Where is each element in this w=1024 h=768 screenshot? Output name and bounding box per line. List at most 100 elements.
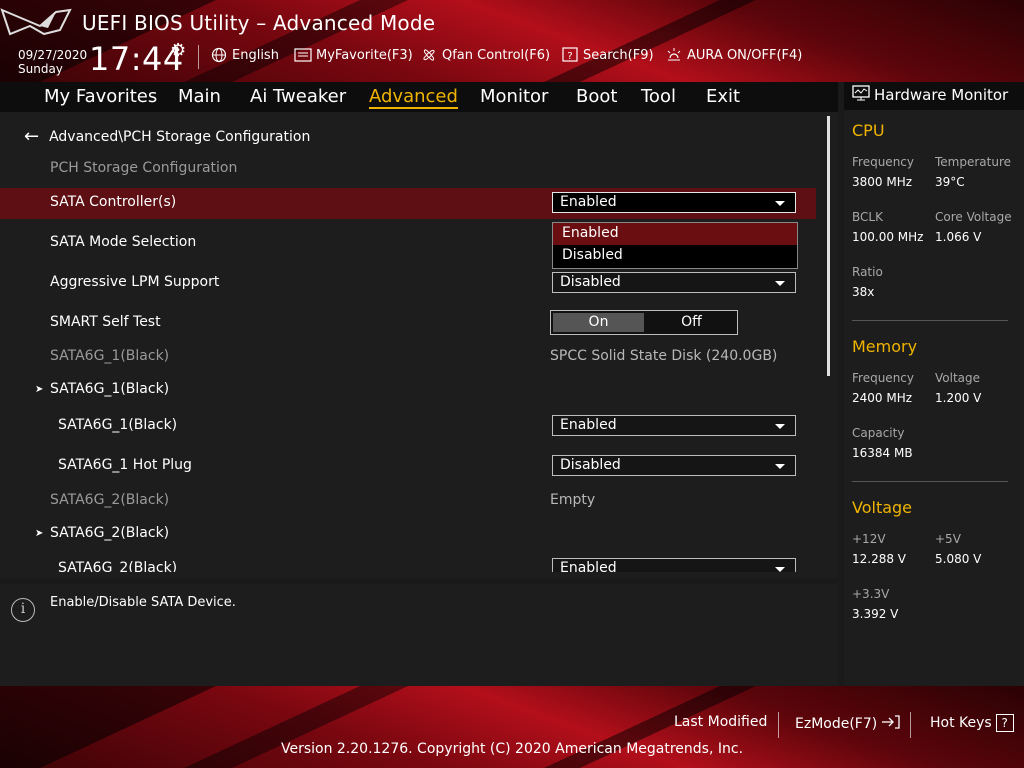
sata6g-2-port-label[interactable]: SATA6G_2(Black) [58, 560, 177, 572]
sata-mode-label[interactable]: SATA Mode Selection [50, 234, 196, 250]
favorite-list-icon [294, 46, 312, 64]
date-text: 09/27/2020 [18, 48, 88, 62]
aggressive-lpm-value: Disabled [560, 274, 621, 290]
sata-controller-value: Enabled [560, 194, 617, 210]
v33-value: 3.392 V [852, 607, 899, 621]
sata6g-2-device: Empty [550, 492, 596, 508]
ratio-label: Ratio [852, 265, 883, 279]
cpu-frequency-value: 3800 MHz [852, 175, 913, 189]
footer-divider [778, 712, 779, 738]
aura-light-icon [665, 46, 683, 64]
last-modified-button[interactable]: Last Modified [674, 714, 767, 730]
memory-voltage-label: Voltage [935, 371, 981, 385]
qfan-control-button[interactable]: Qfan Control(F6) [420, 46, 550, 64]
section-title: PCH Storage Configuration [50, 160, 238, 176]
tab-main[interactable]: Main [178, 86, 221, 107]
tab-tool[interactable]: Tool [641, 86, 676, 107]
memory-frequency-label: Frequency [852, 371, 914, 385]
toggle-on[interactable]: On [553, 313, 644, 332]
tab-advanced[interactable]: Advanced [369, 86, 458, 109]
qfan-label: Qfan Control(F6) [442, 47, 551, 63]
search-label: Search(F9) [583, 47, 654, 63]
search-button[interactable]: ? Search(F9) [561, 46, 654, 64]
back-arrow-icon[interactable]: ← [24, 126, 39, 147]
sata-controller-label[interactable]: SATA Controller(s) [50, 194, 176, 210]
header-divider [198, 45, 199, 69]
memory-voltage-value: 1.200 V [935, 391, 982, 405]
globe-icon [210, 46, 228, 64]
aggressive-lpm-label[interactable]: Aggressive LPM Support [50, 274, 219, 290]
sata6g-1-port-label[interactable]: SATA6G_1(Black) [58, 417, 177, 433]
version-text: Version 2.20.1276. Copyright (C) 2020 Am… [280, 741, 744, 757]
hot-keys-button[interactable]: Hot Keys ? [930, 714, 1014, 732]
sata-controller-select[interactable]: Enabled [552, 192, 796, 213]
gear-icon[interactable]: ⚙ [170, 40, 186, 61]
memory-heading: Memory [852, 337, 918, 356]
bclk-value: 100.00 MHz [852, 230, 924, 244]
ezmode-label: EzMode(F7) [795, 716, 878, 732]
aura-label: AURA ON/OFF(F4) [687, 47, 803, 63]
v12-label: +12V [852, 532, 886, 546]
language-button[interactable]: English [210, 46, 279, 64]
footer-divider [910, 712, 911, 738]
breadcrumb-path: Advanced\PCH Storage Configuration [49, 128, 311, 145]
ezmode-button[interactable]: EzMode(F7) [795, 714, 901, 734]
aggressive-lpm-select[interactable]: Disabled [552, 272, 796, 293]
aura-toggle-button[interactable]: AURA ON/OFF(F4) [665, 46, 802, 64]
tab-monitor[interactable]: Monitor [480, 86, 548, 107]
sata6g-1-hotplug-label[interactable]: SATA6G_1 Hot Plug [58, 457, 192, 473]
sata6g-1-group-label[interactable]: SATA6G_1(Black) [50, 381, 169, 397]
core-voltage-label: Core Voltage [935, 210, 1012, 224]
core-voltage-value: 1.066 V [935, 230, 982, 244]
sata6g-1-device: SPCC Solid State Disk (240.0GB) [550, 348, 778, 364]
sata6g-2-port-select[interactable]: Enabled [552, 558, 796, 572]
day-text: Sunday [18, 62, 63, 76]
v12-value: 12.288 V [852, 552, 907, 566]
myfavorite-button[interactable]: MyFavorite(F3) [294, 46, 413, 64]
fan-icon [420, 46, 438, 64]
sata6g-2-info-label: SATA6G_2(Black) [50, 492, 170, 508]
help-search-icon: ? [561, 46, 579, 64]
ratio-value: 38x [852, 285, 875, 299]
app-title: UEFI BIOS Utility – Advanced Mode [82, 11, 436, 35]
memory-capacity-label: Capacity [852, 426, 905, 440]
clipped-row: SATA6G_2(Black) Enabled [0, 556, 826, 572]
smart-self-test-label[interactable]: SMART Self Test [50, 314, 161, 330]
chevron-down-icon [775, 567, 785, 572]
svg-text:?: ? [567, 51, 572, 62]
rog-logo-icon [0, 8, 72, 36]
help-text: Enable/Disable SATA Device. [50, 595, 236, 610]
myfavorite-label: MyFavorite(F3) [316, 47, 413, 63]
hot-keys-label: Hot Keys [930, 715, 992, 731]
cpu-temperature-label: Temperature [935, 155, 1012, 169]
exit-arrow-icon [881, 714, 901, 734]
sata6g-1-hotplug-select[interactable]: Disabled [552, 455, 796, 476]
scrollbar[interactable] [827, 116, 830, 376]
chevron-down-icon [775, 281, 785, 286]
tab-exit[interactable]: Exit [706, 86, 740, 107]
tab-boot[interactable]: Boot [576, 86, 617, 107]
expand-arrow-icon: ➤ [35, 528, 44, 539]
expand-arrow-icon: ➤ [35, 384, 44, 395]
cpu-frequency-label: Frequency [852, 155, 914, 169]
dropdown-option-enabled[interactable]: Enabled [553, 223, 797, 245]
question-icon: ? [995, 714, 1014, 732]
date-display: 09/27/2020 Sunday [18, 48, 87, 76]
tab-ai-tweaker[interactable]: Ai Tweaker [250, 86, 346, 107]
cpu-temperature-value: 39°C [935, 175, 965, 189]
divider [852, 320, 1008, 321]
divider [852, 481, 1008, 482]
sata6g-2-group-label[interactable]: SATA6G_2(Black) [50, 525, 169, 541]
sata6g-1-port-select[interactable]: Enabled [552, 415, 796, 436]
sata-controller-dropdown: Enabled Disabled [552, 222, 798, 269]
language-label: English [232, 47, 279, 63]
toggle-off[interactable]: Off [646, 311, 737, 334]
chevron-down-icon [775, 201, 785, 206]
dropdown-option-disabled[interactable]: Disabled [553, 245, 797, 267]
cpu-heading: CPU [852, 121, 885, 140]
bclk-label: BCLK [852, 210, 883, 224]
tab-my-favorites[interactable]: My Favorites [44, 86, 157, 107]
voltage-heading: Voltage [852, 498, 913, 517]
smart-self-test-toggle[interactable]: On Off [550, 310, 738, 335]
chevron-down-icon [775, 464, 785, 469]
